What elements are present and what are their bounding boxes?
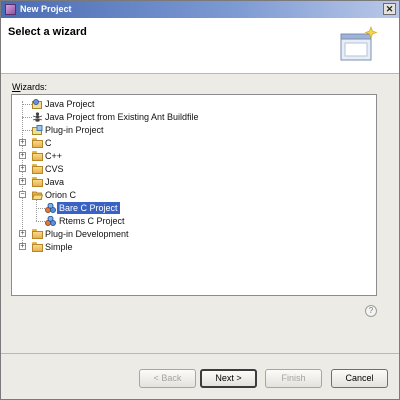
c-project-icon [45,216,56,226]
finish-button[interactable]: Finish [265,369,322,388]
folder-icon [32,177,43,187]
expand-toggle[interactable]: + [19,165,26,172]
expand-toggle[interactable]: + [19,139,26,146]
wizard-tree[interactable]: Java Project Java Project from Existing … [11,94,377,296]
tree-item-c[interactable]: + C [12,137,372,149]
cancel-button[interactable]: Cancel [331,369,388,388]
tree-item-orion-c[interactable]: − Orion C [12,189,372,201]
window-title: New Project [20,4,72,14]
collapse-toggle[interactable]: − [19,191,26,198]
folder-icon [32,229,43,239]
java-project-icon [32,99,42,109]
footer-divider [1,353,399,354]
back-button[interactable]: < Back [139,369,196,388]
tree-item-simple[interactable]: + Simple [12,241,372,253]
tree-item-java-ant-project[interactable]: Java Project from Existing Ant Buildfile [12,111,372,123]
plugin-project-icon [32,125,43,135]
title-bar[interactable]: New Project ✕ [1,1,399,18]
next-button[interactable]: Next > [200,369,257,388]
tree-item-plugin-development[interactable]: + Plug-in Development [12,228,372,240]
wizards-label: Wizards: [12,82,48,92]
tree-item-rtems-c-project[interactable]: Rtems C Project [12,215,372,227]
tree-item-java[interactable]: + Java [12,176,372,188]
app-icon [5,4,16,15]
expand-toggle[interactable]: + [19,230,26,237]
help-icon[interactable]: ? [365,305,377,317]
expand-toggle[interactable]: + [19,152,26,159]
expand-toggle[interactable]: + [19,178,26,185]
ant-buildfile-icon [32,112,43,122]
expand-toggle[interactable]: + [19,243,26,250]
wizard-header: Select a wizard [1,18,399,74]
tree-item-cvs[interactable]: + CVS [12,163,372,175]
new-project-dialog: New Project ✕ Select a wizard Wizards: J… [0,0,400,400]
tree-item-bare-c-project[interactable]: Bare C Project [12,202,372,214]
folder-icon [32,164,43,174]
page-title: Select a wizard [8,26,87,38]
close-button[interactable]: ✕ [383,3,396,15]
tree-item-java-project[interactable]: Java Project [12,98,372,110]
folder-icon [32,151,43,161]
tree-item-cpp[interactable]: + C++ [12,150,372,162]
tree-item-plugin-project[interactable]: Plug-in Project [12,124,372,136]
wizard-banner-icon [340,26,378,61]
c-project-icon [45,203,56,213]
open-folder-icon [32,191,43,200]
folder-icon [32,138,43,148]
folder-icon [32,242,43,252]
